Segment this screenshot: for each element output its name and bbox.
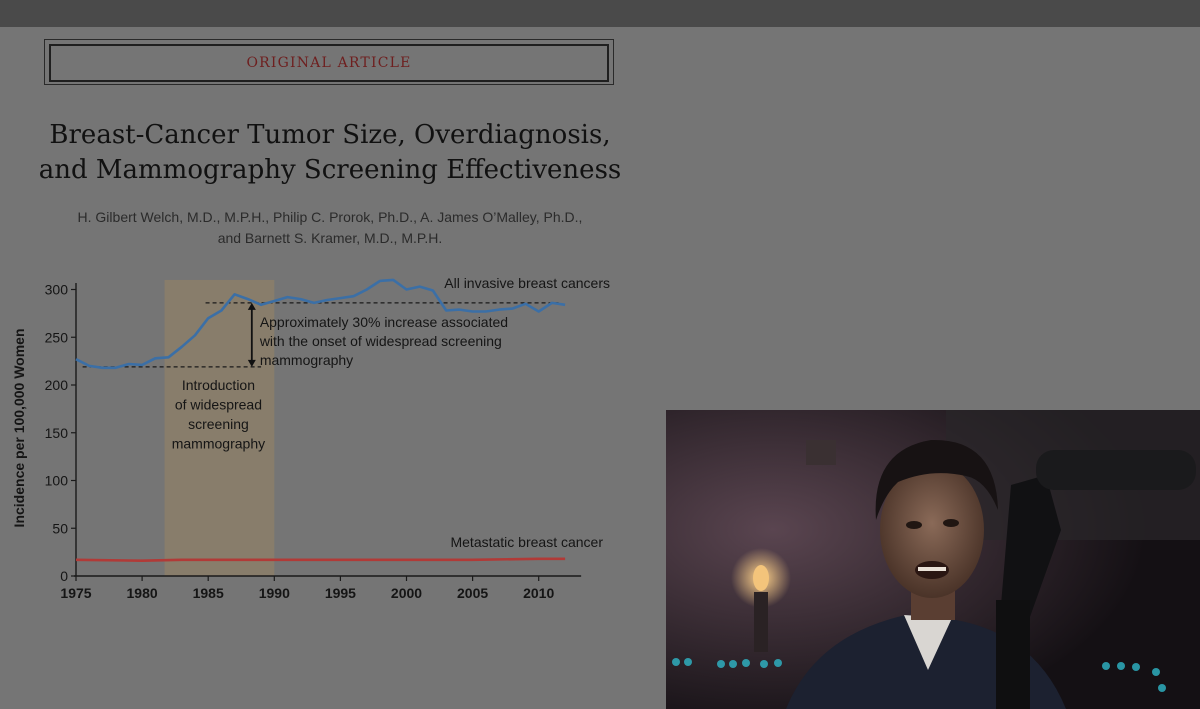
y-axis-label: Incidence per 100,000 Women bbox=[11, 328, 27, 527]
y-tick-label: 200 bbox=[45, 377, 69, 393]
x-tick-label: 2000 bbox=[391, 585, 422, 601]
metastatic-cancer-line bbox=[75, 557, 566, 562]
annotation-text: mammography bbox=[260, 352, 353, 368]
x-tick-label: 2005 bbox=[457, 585, 488, 601]
shaded-region-label: screening bbox=[188, 416, 249, 432]
series-label-metastatic: Metastatic breast cancer bbox=[450, 534, 603, 550]
presenter-webcam-image bbox=[666, 410, 1200, 709]
y-tick-label: 100 bbox=[45, 473, 69, 489]
y-tick-label: 150 bbox=[45, 425, 69, 441]
x-tick-label: 1980 bbox=[127, 585, 158, 601]
x-tick-label: 1985 bbox=[193, 585, 224, 601]
x-tick-label: 1990 bbox=[259, 585, 290, 601]
y-tick-label: 50 bbox=[52, 520, 68, 536]
y-tick-label: 250 bbox=[45, 329, 69, 345]
shaded-region-label: mammography bbox=[172, 436, 265, 452]
shaded-region-label: Introduction bbox=[182, 377, 255, 393]
series-label-invasive: All invasive breast cancers bbox=[444, 275, 610, 291]
incidence-chart: 0 50 100 150 200 250 300 1975 1980 1985 1990 1995 20… bbox=[11, 275, 610, 601]
annotation-text: with the onset of widespread screening bbox=[259, 333, 502, 349]
annotation-text: Approximately 30% increase associated bbox=[260, 314, 508, 330]
x-tick-label: 2010 bbox=[523, 585, 554, 601]
presenter-video[interactable] bbox=[666, 410, 1200, 709]
shaded-region-label: of widespread bbox=[175, 397, 262, 413]
x-tick-label: 1975 bbox=[60, 585, 91, 601]
y-tick-label: 0 bbox=[60, 568, 68, 584]
x-tick-label: 1995 bbox=[325, 585, 356, 601]
y-tick-label: 300 bbox=[45, 282, 69, 298]
